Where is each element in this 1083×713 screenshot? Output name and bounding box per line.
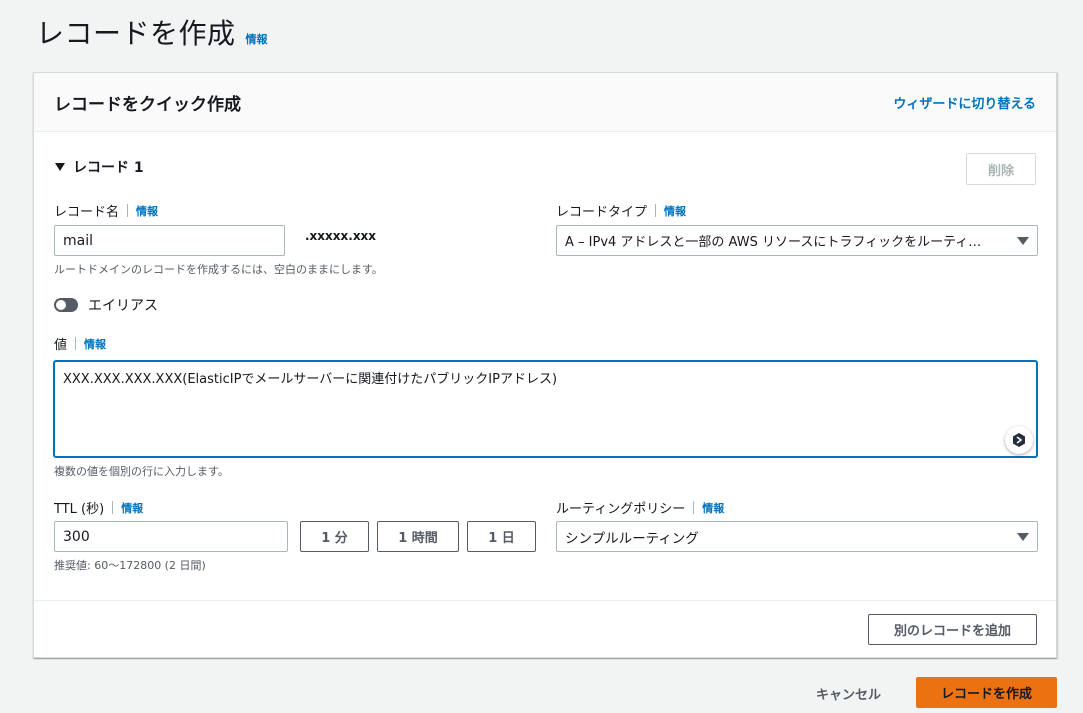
value-label-row: 値 情報 — [54, 334, 106, 353]
routing-policy-label: ルーティングポリシー — [556, 502, 686, 517]
ttl-1min-button[interactable]: 1 分 — [300, 521, 369, 552]
assistant-icon[interactable] — [1005, 426, 1033, 454]
record-name-hint: ルートドメインのレコードを作成するには、空白のままにします。 — [54, 263, 383, 276]
cancel-button[interactable]: キャンセル — [816, 684, 881, 703]
dropdown-caret-icon — [1017, 532, 1029, 541]
page-info-link[interactable]: 情報 — [246, 31, 268, 47]
alias-label: エイリアス — [88, 298, 158, 314]
record-type-label-row: レコードタイプ 情報 — [556, 201, 686, 220]
add-another-record-button[interactable]: 別のレコードを追加 — [868, 614, 1037, 645]
value-hint: 複数の値を個別の行に入力します。 — [54, 465, 229, 478]
delete-button[interactable]: 削除 — [966, 153, 1036, 185]
routing-policy-value: シンプルルーティング — [565, 530, 699, 547]
panel-title: レコードをクイック作成 — [54, 94, 241, 115]
record-type-select[interactable]: A – IPv4 アドレスと一部の AWS リソースにトラフィックをルーティ… — [556, 225, 1038, 256]
record-name-input[interactable]: mail — [54, 225, 285, 256]
ttl-info-link[interactable]: 情報 — [121, 500, 143, 516]
routing-policy-select[interactable]: シンプルルーティング — [556, 521, 1038, 552]
caret-down-icon — [55, 163, 65, 171]
record-name-info-link[interactable]: 情報 — [136, 203, 158, 219]
value-info-link[interactable]: 情報 — [84, 336, 106, 352]
label-separator — [75, 337, 77, 350]
quick-create-panel: レコードをクイック作成 ウィザードに切り替える レコード 1 削除 レコード名 … — [33, 72, 1057, 658]
value-textarea[interactable] — [54, 361, 1037, 457]
record-name-label-row: レコード名 情報 — [54, 201, 158, 220]
ttl-label-row: TTL (秒) 情報 — [54, 498, 143, 517]
panel-divider — [34, 600, 1056, 601]
ttl-input[interactable]: 300 — [54, 521, 288, 552]
value-label: 値 — [54, 338, 68, 353]
record-heading: レコード 1 — [73, 160, 144, 176]
page-header: レコードを作成 情報 — [36, 12, 268, 52]
domain-suffix: .xxxxx.xxx — [305, 229, 377, 243]
alias-toggle[interactable] — [54, 298, 78, 312]
label-separator — [127, 204, 129, 217]
ttl-hint: 推奨値: 60〜172800 (2 日間) — [54, 559, 206, 572]
ttl-1hour-button[interactable]: 1 時間 — [377, 521, 459, 552]
record-type-value: A – IPv4 アドレスと一部の AWS リソースにトラフィックをルーティ… — [565, 235, 982, 250]
create-record-button[interactable]: レコードを作成 — [916, 677, 1057, 708]
routing-policy-info-link[interactable]: 情報 — [702, 500, 724, 516]
label-separator — [112, 501, 114, 514]
record-name-label: レコード名 — [54, 205, 120, 220]
switch-to-wizard-link[interactable]: ウィザードに切り替える — [893, 93, 1036, 112]
record-1-toggle[interactable]: レコード 1 — [55, 157, 144, 177]
dropdown-caret-icon — [1017, 236, 1029, 245]
label-separator — [693, 501, 695, 514]
panel-header: レコードをクイック作成 ウィザードに切り替える — [34, 73, 1056, 132]
record-type-info-link[interactable]: 情報 — [664, 203, 686, 219]
routing-policy-label-row: ルーティングポリシー 情報 — [556, 498, 724, 517]
label-separator — [655, 204, 657, 217]
ttl-1day-button[interactable]: 1 日 — [467, 521, 536, 552]
page-title: レコードを作成 — [36, 17, 236, 50]
record-type-label: レコードタイプ — [556, 205, 648, 220]
alias-toggle-row: エイリアス — [54, 295, 158, 315]
ttl-label: TTL (秒) — [54, 502, 105, 517]
